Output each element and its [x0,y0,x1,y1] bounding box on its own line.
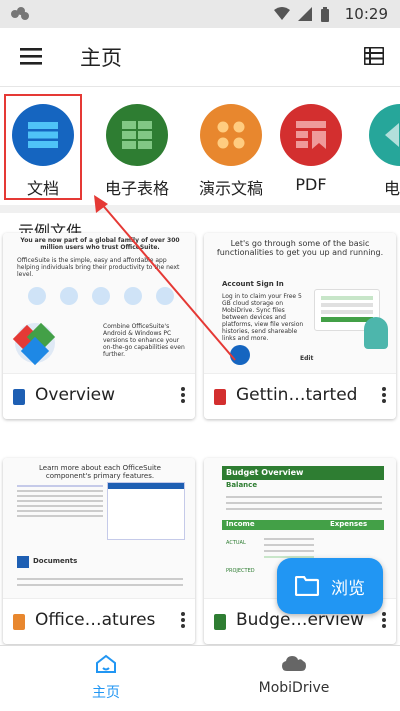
category-row: 文档 电子表格 演示文稿 PDF 电 [0,88,400,200]
file-name: Gettin…tarted [236,385,358,405]
file-thumbnail: Let's go through some of the basic funct… [204,233,396,373]
file-card-budget[interactable]: Budget Overview Balance Income Expenses … [204,458,396,644]
thumb-title: You are now part of a global family of o… [20,237,180,251]
file-card-footer: Overview [3,373,195,419]
thumb-title: Budget Overview [226,468,304,477]
presentation-file-icon [13,614,25,630]
thumb-balance-lines [226,492,382,516]
thumb-screenshot [107,482,185,540]
document-icon [28,122,58,148]
wifi-icon [274,7,290,20]
category-pdf[interactable]: PDF [267,102,355,194]
category-pdf-circle [280,104,342,166]
status-time: 10:29 [344,5,388,23]
file-card-footer: Gettin…tarted [204,373,396,419]
thumb-stats [21,287,181,313]
category-documents-label: 文档 [26,179,59,198]
thumb-more-lines [17,574,183,594]
browse-button-label: 浏览 [331,578,365,599]
thumb-actual: ACTUAL [226,540,246,546]
more-options-icon[interactable] [380,385,388,407]
more-options-icon[interactable] [179,610,187,632]
spreadsheet-file-icon [214,614,226,630]
more-options-icon[interactable] [179,385,187,407]
thumb-balance: Balance [226,481,258,489]
category-spreadsheets-label: 电子表格 [104,179,169,198]
pdf-icon [296,121,326,149]
presentation-icon [217,121,245,149]
folder-icon [295,576,319,596]
battery-icon [321,7,329,22]
file-name: Office…atures [35,610,156,630]
thumb-edit-circle [230,345,250,365]
status-bar: 10:29 [0,0,400,28]
bottom-navigation: 主页 MobiDrive [0,645,400,711]
thumb-text-lines [17,482,103,542]
category-presentations-circle [200,104,262,166]
pdf-file-icon [214,389,226,405]
file-thumbnail: Learn more about each OfficeSuite compon… [3,458,195,598]
category-ebooks[interactable]: 电子 [356,102,400,199]
hamburger-menu-icon[interactable] [20,47,42,65]
signal-icon [298,7,312,21]
home-icon [96,654,116,673]
thumb-income: Income [226,520,255,528]
thumb-title: Let's go through some of the basic funct… [216,239,384,257]
thumb-body: Log in to claim your Free 5 GB cloud sto… [222,293,304,342]
cloud-icon [282,656,306,671]
category-spreadsheets[interactable]: 电子表格 [93,102,181,199]
category-presentations[interactable]: 演示文稿 [187,102,275,199]
nav-mobidrive[interactable]: MobiDrive [194,654,394,696]
more-options-icon[interactable] [380,610,388,632]
thumb-edit-label: Edit [300,355,314,362]
file-card-footer: Office…atures [3,598,195,644]
nav-mobidrive-label: MobiDrive [258,680,330,696]
page-title: 主页 [80,46,122,70]
nav-home-label: 主页 [92,685,120,701]
browse-button[interactable]: 浏览 [277,558,383,614]
category-ebooks-circle [369,104,400,166]
thumb-subtitle: Documents [33,557,78,565]
spreadsheet-icon [122,121,152,149]
ebook-icon [385,123,399,147]
thumb-body: OfficeSuite is the simple, easy and affo… [17,257,180,278]
thumb-docs-icon [17,556,29,568]
file-name: Overview [35,385,116,405]
category-presentations-label: 演示文稿 [198,179,263,198]
category-documents[interactable]: 文档 [4,94,82,200]
thumb-expenses: Expenses [330,520,368,528]
file-thumbnail: You are now part of a global family of o… [3,233,195,373]
file-card-getting-started[interactable]: Let's go through some of the basic funct… [204,233,396,419]
file-card-overview[interactable]: You are now part of a global family of o… [3,233,195,419]
category-ebooks-label: 电子 [383,179,400,198]
category-pdf-label: PDF [295,175,327,194]
word-file-icon [13,389,25,405]
thumb-person [364,317,388,349]
thumb-subtitle: Account Sign In [222,280,284,288]
nav-home[interactable]: 主页 [6,654,206,702]
section-divider [0,205,400,213]
file-card-features[interactable]: Learn more about each OfficeSuite compon… [3,458,195,644]
category-spreadsheets-circle [106,104,168,166]
thumb-title: Learn more about each OfficeSuite compon… [39,464,161,480]
thumb-side-text: Combine OfficeSuite's Android & Windows … [103,323,185,358]
app-notification-icon [11,7,29,20]
category-documents-circle [12,104,74,166]
thumb-projected: PROJECTED [226,568,255,574]
app-bar: 主页 [0,28,400,87]
list-view-toggle-icon[interactable] [364,47,384,65]
